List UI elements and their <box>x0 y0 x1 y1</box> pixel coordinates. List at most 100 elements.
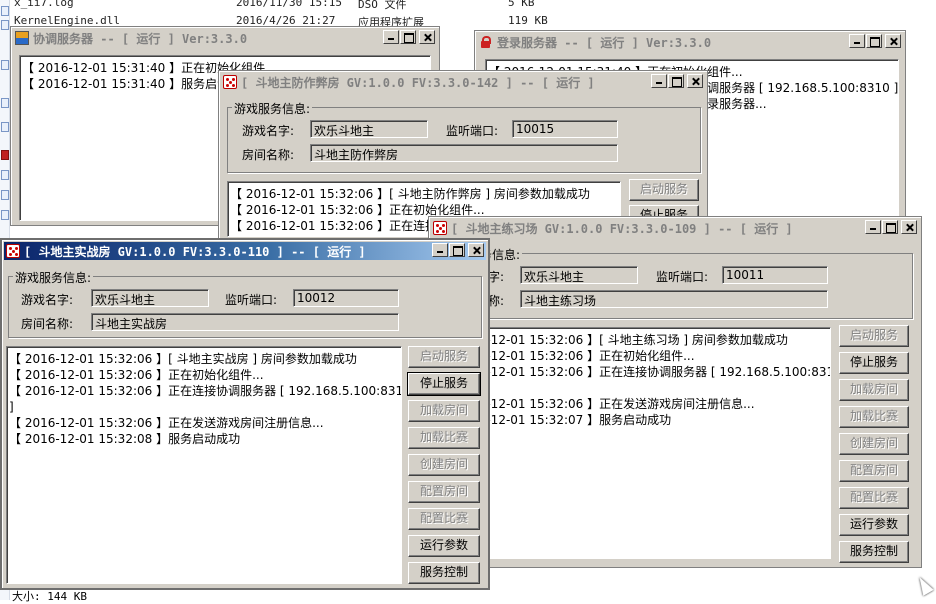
game-name-label: 游戏名字: <box>242 124 295 138</box>
start-service-button[interactable]: 启动服务 <box>408 346 480 368</box>
log-line: 【 2016-12-01 15:32:06 】正在发送游戏房间注册信息... <box>9 416 324 430</box>
run-params-button[interactable]: 运行参数 <box>408 535 480 557</box>
log-line: 【 2016-12-01 15:32:06 】正在初始化组件... <box>9 368 264 382</box>
room-name-label: 房间名称: <box>242 148 295 162</box>
anticheat-room-titlebar[interactable]: [ 斗地主防作弊房 GV:1.0.0 FV:3.3.0-142 ] -- [ 运… <box>221 73 705 91</box>
minimize-icon[interactable] <box>651 74 667 88</box>
log-line: 【 2016-12-01 15:32:06 】正在初始化组件... <box>440 349 695 363</box>
game-service-info-group: 游戏服务信息: 游戏名字: 欢乐斗地主 监听端口: 10012 房间名称: 斗地… <box>8 269 482 338</box>
listen-port-field[interactable]: 10011 <box>722 266 828 284</box>
maximize-icon[interactable] <box>882 220 898 234</box>
window-title: [ 斗地主防作弊房 GV:1.0.0 FV:3.3.0-142 ] -- [ 运… <box>241 76 595 90</box>
game-name-field[interactable]: 欢乐斗地主 <box>520 266 638 284</box>
coord-server-titlebar[interactable]: 协调服务器 -- [ 运行 ] Ver:3.3.0 <box>13 29 437 47</box>
load-room-button[interactable]: 加载房间 <box>839 379 909 401</box>
stop-service-button[interactable]: 停止服务 <box>407 372 481 396</box>
window-title: [ 斗地主实战房 GV:1.0.0 FV:3.3.0-110 ] -- [ 运行… <box>24 245 366 259</box>
file-size: 5 KB <box>508 0 535 9</box>
close-icon[interactable] <box>687 74 703 88</box>
file-icon <box>1 98 9 108</box>
create-room-button[interactable]: 创建房间 <box>408 454 480 476</box>
minimize-icon[interactable] <box>849 34 865 48</box>
game-name-field[interactable]: 欢乐斗地主 <box>91 289 209 307</box>
create-room-button[interactable]: 创建房间 <box>839 433 909 455</box>
battle-room-titlebar[interactable]: [ 斗地主实战房 GV:1.0.0 FV:3.3.0-110 ] -- [ 运行… <box>4 242 486 260</box>
file-date: 2016/11/30 15:15 <box>236 0 342 9</box>
room-name-label: 房间名称: <box>21 317 74 331</box>
maximize-icon[interactable] <box>449 243 465 257</box>
window-title: 登录服务器 -- [ 运行 ] Ver:3.3.0 <box>497 36 712 50</box>
listen-port-label: 监听端口: <box>225 293 278 307</box>
file-icon <box>1 60 9 70</box>
maximize-icon[interactable] <box>400 30 416 44</box>
listen-port-label: 监听端口: <box>656 270 709 284</box>
log-line: 【 2016-12-01 15:32:07 】服务启动成功 <box>440 413 672 427</box>
listen-port-field[interactable]: 10012 <box>293 289 399 307</box>
run-params-button[interactable]: 运行参数 <box>839 514 909 536</box>
dice-icon <box>6 244 20 258</box>
window-title: 协调服务器 -- [ 运行 ] Ver:3.3.0 <box>33 32 248 46</box>
dice-icon <box>223 75 237 89</box>
config-match-button[interactable]: 配置比赛 <box>408 508 480 530</box>
log-line: 【 2016-12-01 15:32:06 】[ 斗地主防作弊房 ] 房间参数加… <box>230 187 590 201</box>
battle-room-log[interactable]: 【 2016-12-01 15:32:06 】[ 斗地主实战房 ] 房间参数加载… <box>6 346 402 584</box>
service-control-button[interactable]: 服务控制 <box>408 562 480 584</box>
listen-port-field[interactable]: 10015 <box>512 120 618 138</box>
file-icon <box>1 150 9 160</box>
game-service-info-group: 游戏服务信息: 游戏名字: 欢乐斗地主 监听端口: 10011 房间名称: 斗地… <box>437 246 913 319</box>
minimize-icon[interactable] <box>865 220 881 234</box>
game-name-field[interactable]: 欢乐斗地主 <box>310 120 428 138</box>
file-icon <box>1 210 9 220</box>
room-name-field[interactable]: 斗地主防作弊房 <box>310 144 618 162</box>
game-name-label: 游戏名字: <box>21 293 74 307</box>
file-type: DSO 文件 <box>358 0 407 11</box>
practice-room-titlebar[interactable]: [ 斗地主练习场 GV:1.0.0 FV:3.3.0-109 ] -- [ 运行… <box>431 219 919 237</box>
practice-room-window[interactable]: [ 斗地主练习场 GV:1.0.0 FV:3.3.0-109 ] -- [ 运行… <box>428 216 922 568</box>
file-icon <box>1 122 9 132</box>
minimize-icon[interactable] <box>383 30 399 44</box>
config-room-button[interactable]: 配置房间 <box>408 481 480 503</box>
file-name: x_ii7.log <box>14 0 74 9</box>
close-icon[interactable] <box>468 243 484 257</box>
file-size: 119 KB <box>508 14 548 27</box>
log-line: ] <box>9 400 14 414</box>
log-line: 【 2016-12-01 15:32:06 】[ 斗地主练习场 ] 房间参数加载… <box>440 333 788 347</box>
file-icon <box>1 170 9 180</box>
service-control-button[interactable]: 服务控制 <box>839 541 909 563</box>
window-title: [ 斗地主练习场 GV:1.0.0 FV:3.3.0-109 ] -- [ 运行… <box>451 222 793 236</box>
game-service-info-group: 游戏服务信息: 游戏名字: 欢乐斗地主 监听端口: 10015 房间名称: 斗地… <box>227 100 701 173</box>
file-icon <box>1 6 9 16</box>
dice-icon <box>433 221 447 235</box>
status-size-text: 大小: 144 KB <box>12 590 87 603</box>
config-room-button[interactable]: 配置房间 <box>839 460 909 482</box>
login-server-titlebar[interactable]: 登录服务器 -- [ 运行 ] Ver:3.3.0 <box>477 33 903 51</box>
close-icon[interactable] <box>419 30 435 44</box>
log-line: 【 2016-12-01 15:32:06 】[ 斗地主实战房 ] 房间参数加载… <box>9 352 357 366</box>
practice-room-log[interactable]: 【 2016-12-01 15:32:06 】[ 斗地主练习场 ] 房间参数加载… <box>437 327 831 559</box>
log-line: 【 2016-12-01 15:32:06 】正在连接协调服务器 [ 192.1… <box>440 365 831 379</box>
room-name-field[interactable]: 斗地主实战房 <box>91 313 399 331</box>
maximize-icon[interactable] <box>668 74 684 88</box>
close-icon[interactable] <box>885 34 901 48</box>
group-title: 游戏服务信息: <box>13 269 94 286</box>
load-match-button[interactable]: 加载比赛 <box>408 427 480 449</box>
lock-icon <box>479 35 493 49</box>
start-service-button[interactable]: 启动服务 <box>629 179 699 201</box>
start-service-button[interactable]: 启动服务 <box>839 325 909 347</box>
listen-port-label: 监听端口: <box>446 124 499 138</box>
load-match-button[interactable]: 加载比赛 <box>839 406 909 428</box>
config-match-button[interactable]: 配置比赛 <box>839 487 909 509</box>
log-line: 【 2016-12-01 15:32:06 】正在发送游戏房间注册信息... <box>440 397 755 411</box>
room-name-field[interactable]: 斗地主练习场 <box>520 290 828 308</box>
close-icon[interactable] <box>901 220 917 234</box>
anticheat-room-window[interactable]: [ 斗地主防作弊房 GV:1.0.0 FV:3.3.0-142 ] -- [ 运… <box>218 70 708 240</box>
stop-service-button[interactable]: 停止服务 <box>839 352 909 374</box>
minimize-icon[interactable] <box>432 243 448 257</box>
group-title: 游戏服务信息: <box>232 100 313 117</box>
file-row[interactable]: x_ii7.log 2016/11/30 15:15 DSO 文件 5 KB <box>14 0 535 11</box>
battle-room-window[interactable]: [ 斗地主实战房 GV:1.0.0 FV:3.3.0-110 ] -- [ 运行… <box>0 238 490 590</box>
file-icon <box>1 190 9 200</box>
load-room-button[interactable]: 加载房间 <box>408 400 480 422</box>
maximize-icon[interactable] <box>866 34 882 48</box>
